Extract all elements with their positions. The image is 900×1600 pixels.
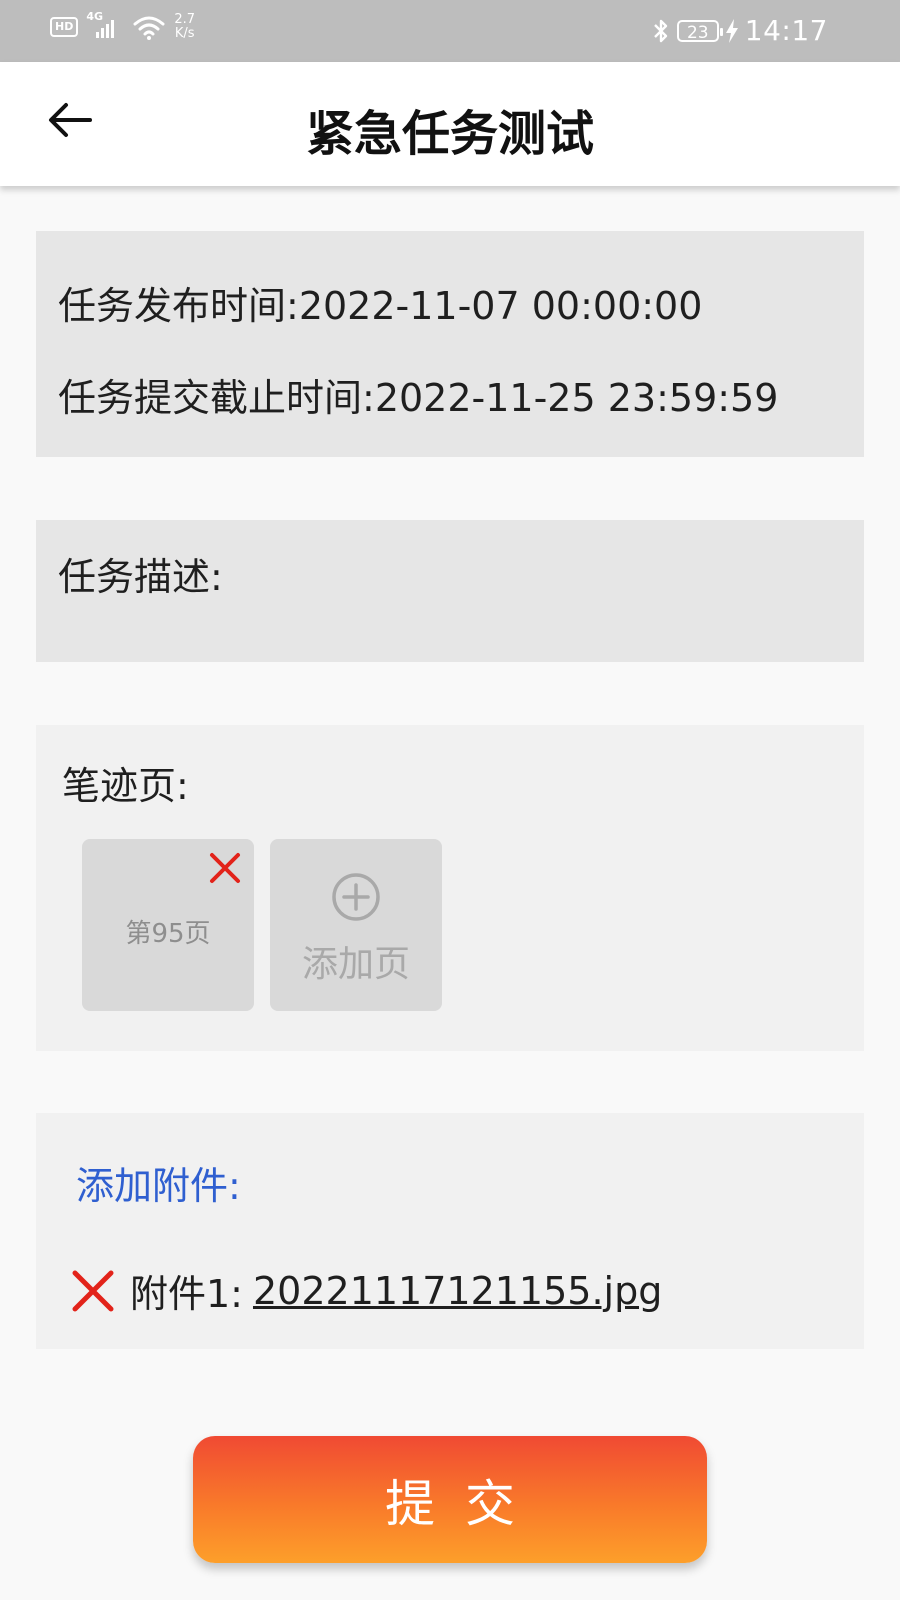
battery-level: 23 <box>686 22 709 43</box>
net-speed-value: 2.7 <box>174 12 196 27</box>
task-description-card: 任务描述: <box>36 520 864 662</box>
deadline-row: 任务提交截止时间:2022-11-25 23:59:59 <box>58 367 778 422</box>
status-bar: HD 4G 2.7 K/s 23 14:17 <box>0 0 900 62</box>
page-tile-label: 第95页 <box>125 919 211 949</box>
task-description-title: 任务描述: <box>58 555 223 599</box>
attachments-card: 添加附件: 附件1: 20221117121155.jpg <box>36 1113 864 1349</box>
status-bar-left: HD 4G 2.7 K/s <box>50 10 195 42</box>
close-icon[interactable] <box>208 851 242 885</box>
handwriting-pages-card: 笔迹页: 第95页 添加页 <box>36 725 864 1051</box>
add-attachment-link[interactable]: 添加附件: <box>76 1155 241 1210</box>
navigation-bar: 紧急任务测试 <box>0 62 900 186</box>
plus-circle-icon <box>332 873 380 921</box>
page-title: 紧急任务测试 <box>305 106 594 162</box>
bluetooth-icon <box>653 19 667 42</box>
add-page-label: 添加页 <box>301 944 410 985</box>
attachment-prefix: 附件1: <box>130 1272 243 1316</box>
add-page-button[interactable]: 添加页 <box>270 839 442 1011</box>
publish-time-value: 2022-11-07 00:00:00 <box>298 284 703 328</box>
clock: 14:17 <box>744 14 828 47</box>
net-speed: 2.7 K/s <box>174 13 195 41</box>
deadline-value: 2022-11-25 23:59:59 <box>374 376 779 420</box>
handwriting-pages-label: 笔迹页: <box>62 764 189 808</box>
hd-icon: HD <box>50 17 79 37</box>
deadline-label: 任务提交截止时间: <box>58 376 375 420</box>
battery-icon: 23 <box>676 19 723 43</box>
publish-time-row: 任务发布时间:2022-11-07 00:00:00 <box>58 275 702 330</box>
publish-time-label: 任务发布时间: <box>58 284 299 328</box>
submit-button[interactable]: 提交 <box>193 1436 707 1563</box>
page-tile[interactable]: 第95页 <box>82 839 254 1011</box>
attachment-filename-link[interactable]: 20221117121155.jpg <box>253 1269 662 1313</box>
task-times-card: 任务发布时间:2022-11-07 00:00:00 任务提交截止时间:2022… <box>36 231 864 457</box>
signal-icon: 4G <box>86 10 124 42</box>
close-icon[interactable] <box>70 1268 116 1314</box>
wifi-icon <box>133 16 165 40</box>
charging-icon <box>725 18 738 43</box>
net-speed-unit: K/s <box>174 26 195 41</box>
attachment-row: 附件1: 20221117121155.jpg <box>70 1263 662 1318</box>
status-bar-right: 23 14:17 <box>651 14 828 47</box>
task-description-label: 任务描述: <box>58 546 223 601</box>
